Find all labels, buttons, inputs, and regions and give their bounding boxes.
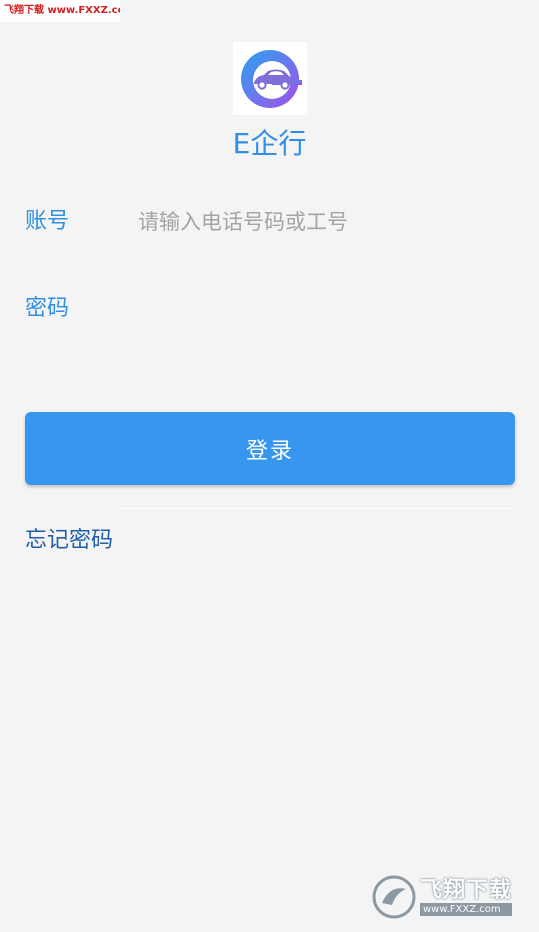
login-button[interactable]: 登录 — [25, 412, 515, 485]
app-logo — [233, 42, 307, 115]
watermark-bottom: 飞翔下载 www.FXXZ.com — [372, 873, 527, 921]
watermark-url-text: www.FXXZ.com — [420, 902, 513, 916]
watermark-top: 飞翔下载 www.FXXZ.com — [0, 0, 120, 22]
fxxz-logo-icon — [372, 875, 416, 919]
account-input[interactable] — [138, 204, 508, 240]
watermark-cn-text: 飞翔下载 — [420, 877, 513, 903]
password-label: 密码 — [25, 296, 70, 321]
forgot-password-link[interactable]: 忘记密码 — [25, 526, 113, 556]
divider — [116, 508, 516, 509]
account-label: 账号 — [25, 209, 70, 234]
password-input[interactable] — [138, 290, 508, 326]
app-title: E企行 — [232, 127, 307, 160]
car-e-logo-icon — [241, 49, 302, 108]
